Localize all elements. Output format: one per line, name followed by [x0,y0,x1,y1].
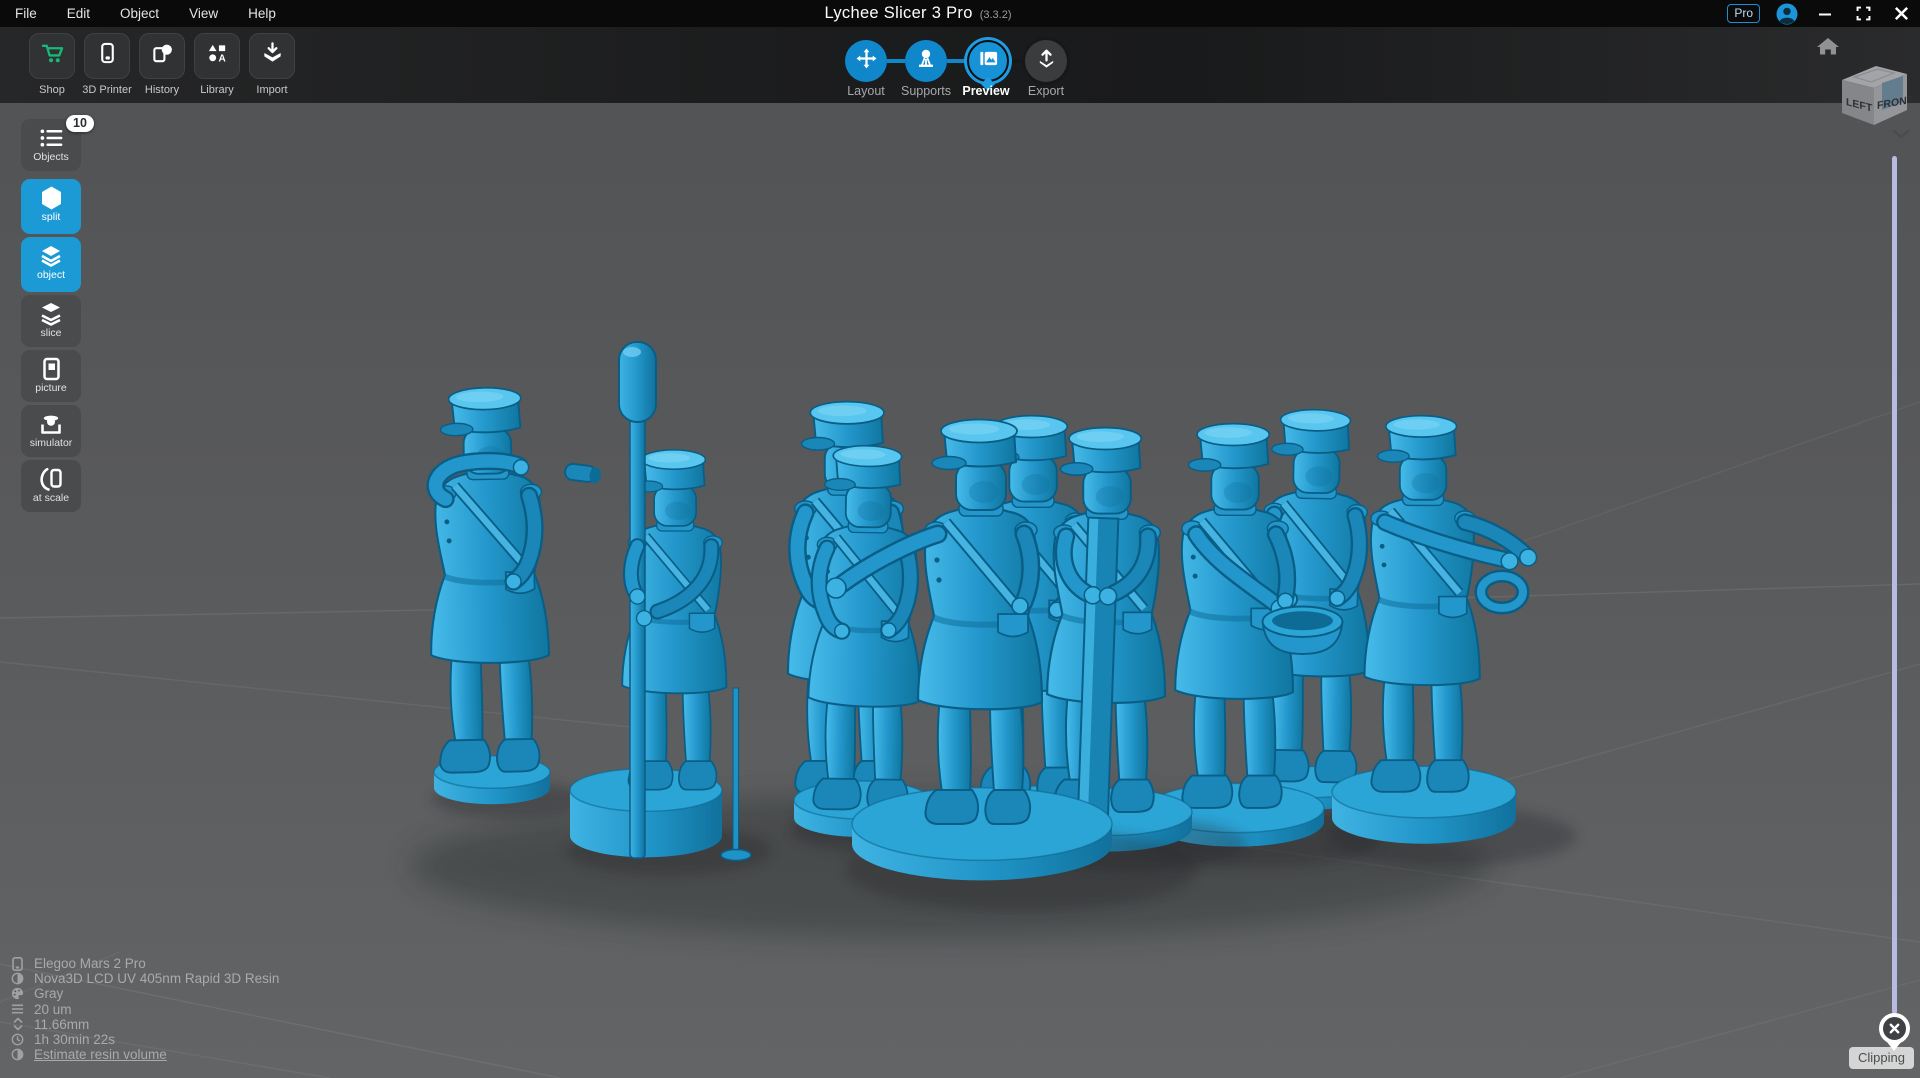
objects-list-icon [39,126,64,150]
history-button[interactable]: History [139,33,185,96]
objects-count-badge: 10 [66,115,94,132]
clipping-slider-track[interactable] [1892,156,1897,1014]
resin-drop-icon [10,972,25,986]
layers-lines-icon [10,1002,25,1016]
height-arrows-icon [10,1017,25,1031]
maximize-button[interactable] [1852,3,1874,25]
history-shapes-icon [151,42,174,70]
menu-edit[interactable]: Edit [52,6,105,21]
print-summary-panel: Elegoo Mars 2 Pro Nova3D LCD UV 405nm Ra… [10,956,279,1062]
menu-file[interactable]: File [0,6,52,21]
shop-button[interactable]: Shop [29,33,75,96]
tool-slice[interactable]: slice [21,295,81,347]
tool-at-scale[interactable]: at scale [21,460,81,512]
orientation-gizmo: LEFT FRONT [1806,30,1920,142]
palette-icon [10,987,25,1001]
clipping-tooltip: Clipping [1849,1047,1914,1069]
picture-icon [40,357,63,381]
printer-icon [10,957,25,971]
chevron-down-icon[interactable] [1894,131,1908,137]
preview-image-icon [978,48,999,74]
print-time-row: 1h 30min 22s [10,1032,279,1047]
step-export[interactable] [1025,40,1067,82]
step-preview[interactable] [967,40,1009,82]
titlebar: File Edit Object View Help Lychee Slicer… [0,0,1920,27]
menu-view[interactable]: View [174,6,233,21]
step-layout[interactable] [845,40,887,82]
step-label-export: Export [1001,84,1091,98]
view-cube[interactable]: LEFT FRONT [1842,66,1914,125]
export-icon [1036,48,1057,74]
window-title: Lychee Slicer 3 Pro (3.3.2) [825,0,1012,27]
layer-height-row: 20 um [10,1002,279,1017]
move-arrows-icon [856,48,877,74]
tool-simulator[interactable]: simulator [21,405,81,457]
color-row: Gray [10,986,279,1001]
menu-help[interactable]: Help [233,6,291,21]
slice-layers-icon [39,302,63,326]
clipping-handle-tail [1887,1042,1901,1051]
supports-icon [916,49,936,74]
menu-object[interactable]: Object [105,6,174,21]
left-sidebar: 10 Objects split object slice picture si… [21,119,81,515]
clock-icon [10,1033,25,1047]
objects-panel-button[interactable]: 10 Objects [21,119,81,171]
resin-drop-icon [10,1048,25,1062]
clipping-slider-handle[interactable] [1879,1013,1910,1044]
library-button[interactable]: A Library [194,33,240,96]
estimate-resin-link[interactable]: Estimate resin volume [34,1047,167,1062]
model-height-row: 11.66mm [10,1017,279,1032]
library-shapes-icon: A [206,42,229,70]
resin-row: Nova3D LCD UV 405nm Rapid 3D Resin [10,971,279,986]
import-button[interactable]: Import [249,33,295,96]
version-label: (3.3.2) [980,2,1012,29]
object-layers-icon [39,244,63,268]
close-button[interactable] [1890,3,1912,25]
at-scale-hand-phone-icon [39,467,63,491]
close-icon [1888,1022,1901,1035]
3d-printer-button[interactable]: 3D Printer [84,33,130,96]
split-hexagon-icon [40,186,63,210]
import-icon [261,42,284,70]
svg-text:A: A [218,54,225,65]
printer-icon [96,42,119,70]
tool-picture[interactable]: picture [21,350,81,402]
tool-split[interactable]: split [21,179,81,234]
workflow-stepper: Layout Supports Preview Export [836,27,1086,103]
viewport-3d-scene[interactable] [0,0,1920,1078]
menubar: File Edit Object View Help [0,0,291,27]
pro-badge[interactable]: Pro [1727,4,1760,23]
cart-icon [41,42,64,70]
estimate-resin-row: Estimate resin volume [10,1047,279,1062]
simulator-icon [39,412,63,436]
account-avatar-icon[interactable] [1776,3,1798,25]
toolbar: Shop 3D Printer History A Library Import [0,27,1920,103]
printer-row: Elegoo Mars 2 Pro [10,956,279,971]
minimize-button[interactable] [1814,3,1836,25]
tool-object[interactable]: object [21,237,81,292]
home-view-icon[interactable] [1817,38,1839,55]
step-supports[interactable] [905,40,947,82]
